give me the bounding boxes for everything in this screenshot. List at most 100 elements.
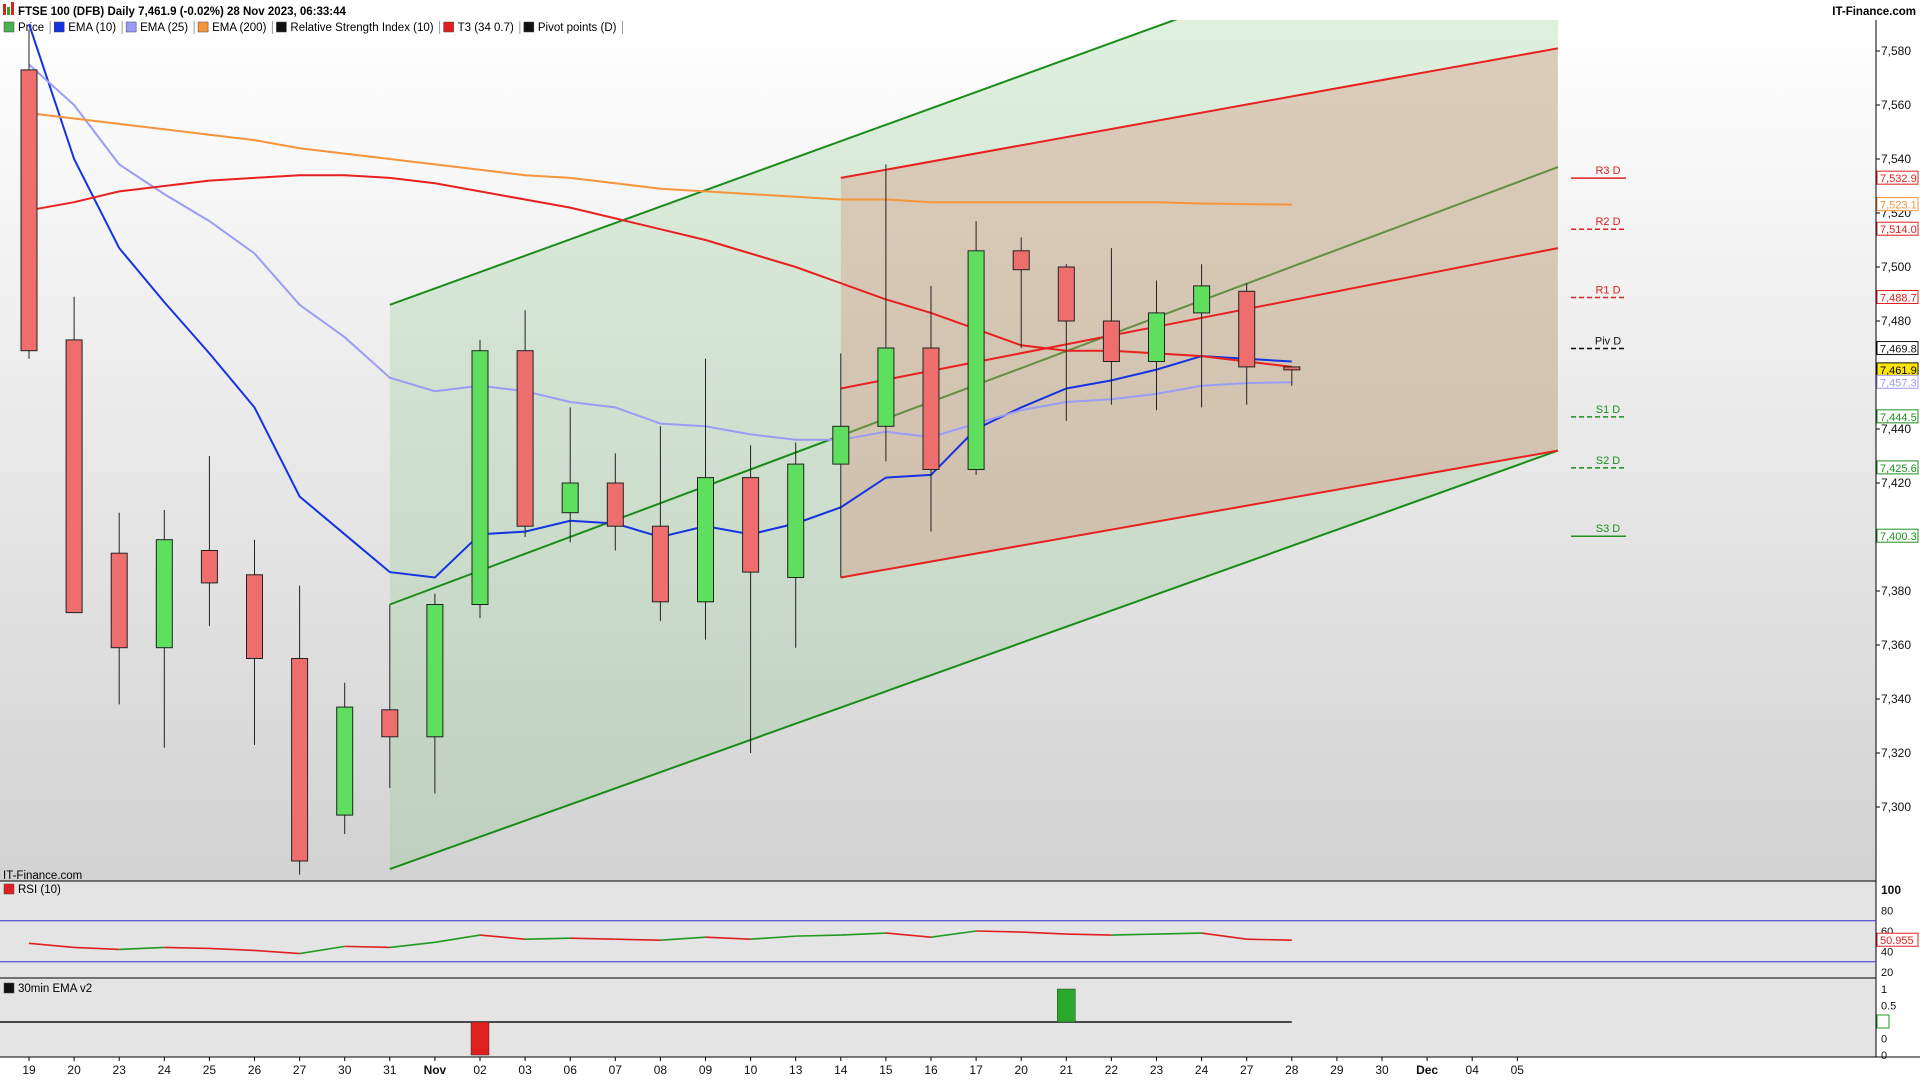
pivot-label: R3 D: [1595, 165, 1620, 177]
rsi-title: RSI (10): [3, 883, 61, 896]
x-tick-label: 31: [383, 1063, 397, 1077]
ema-v2-tick-label: 0: [1881, 1034, 1887, 1046]
pivot-label: S2 D: [1596, 455, 1621, 467]
pivot-label: S1 D: [1596, 404, 1621, 416]
x-tick-label: 28: [1285, 1063, 1299, 1077]
candle: [20, 29, 38, 359]
candle-body-up: [832, 425, 850, 465]
candle-body-down: [246, 574, 263, 659]
price-tag: 7,400.3: [1876, 528, 1919, 543]
ema-v2-title: 30min EMA v2: [3, 982, 92, 995]
price-tag: 7,514.0: [1876, 221, 1919, 236]
candle: [967, 221, 985, 475]
x-tick-label: Dec: [1416, 1063, 1438, 1077]
rsi-title-text: RSI (10): [18, 884, 61, 896]
legend-label: Relative Strength Index (10): [290, 22, 433, 34]
pivot-label: R1 D: [1595, 285, 1620, 297]
price-tag-label: 7,425.6: [1880, 463, 1917, 475]
legend-item: Relative Strength Index (10): [276, 21, 441, 34]
x-tick-label: 29: [1330, 1063, 1344, 1077]
x-tick-label: 27: [293, 1063, 307, 1077]
price-tag: 7,461.9: [1876, 362, 1919, 377]
candle: [471, 339, 489, 618]
candle-body-down: [1102, 320, 1120, 362]
y-tick-label: 7,580: [1881, 44, 1911, 58]
price-tag: 7,523.1: [1876, 197, 1919, 212]
x-tick-label: 14: [834, 1063, 848, 1077]
price-tag-label: 7,488.7: [1880, 293, 1917, 305]
y-tick-label: 7,560: [1881, 98, 1911, 112]
legend-item: EMA (10): [53, 21, 123, 34]
x-tick-label: 07: [609, 1063, 623, 1077]
x-tick-label: 04: [1466, 1063, 1480, 1077]
x-tick-label: 23: [1150, 1063, 1164, 1077]
legend-label: Pivot points (D): [538, 22, 617, 34]
legend-label: T3 (34 0.7): [458, 22, 514, 34]
pivot-label: R2 D: [1595, 216, 1620, 228]
candle-body-up: [787, 463, 805, 579]
price-tag: 7,425.6: [1876, 460, 1919, 475]
x-tick-label: 20: [1015, 1063, 1029, 1077]
x-tick-label: 20: [67, 1063, 81, 1077]
legend-item: EMA (25): [125, 21, 195, 34]
legend-label: EMA (25): [140, 22, 188, 34]
candle-body-down: [200, 550, 218, 584]
candle-body-down: [381, 709, 399, 738]
price-tag-label: 7,457.3: [1880, 377, 1917, 389]
candle-body-up: [877, 347, 895, 427]
x-tick-label: 15: [879, 1063, 893, 1077]
x-tick-label: 22: [1105, 1063, 1119, 1077]
candle-body-down: [742, 477, 760, 573]
brand-name: IT-Finance.com: [1832, 6, 1916, 18]
y-tick-label: 7,480: [1881, 314, 1911, 328]
ema-v2-tick-label: 1: [1881, 984, 1887, 996]
y-tick-label: 7,540: [1881, 152, 1911, 166]
ema-v2-tick-label: 0.5: [1881, 1001, 1896, 1013]
x-tick-label: 02: [473, 1063, 487, 1077]
rsi-segment: [525, 937, 571, 940]
rsi-segment: [164, 946, 210, 950]
legend-item: Price: [3, 21, 51, 34]
x-tick-label: 03: [518, 1063, 532, 1077]
price-tag-label: 7,523.1: [1880, 200, 1917, 212]
watermark: IT-Finance.com: [3, 870, 82, 882]
y-tick-label: 7,360: [1881, 638, 1911, 652]
price-tag-label: 7,469.8: [1880, 344, 1917, 356]
x-tick-label: 06: [564, 1063, 578, 1077]
x-tick-label: 23: [113, 1063, 127, 1077]
candle-body-up: [561, 482, 579, 514]
candle-body-down: [110, 552, 128, 649]
candle-body-down: [291, 658, 309, 862]
candle-body-up: [471, 350, 489, 606]
rsi-segment: [1066, 933, 1112, 936]
ema-v2-title-text: 30min EMA v2: [18, 983, 92, 995]
rsi-last-label: 50.955: [1880, 935, 1914, 947]
x-tick-label: 17: [969, 1063, 983, 1077]
rsi-panel-bg: [0, 881, 1876, 978]
candle-body-down: [1283, 366, 1301, 371]
y-tick-label: 7,380: [1881, 584, 1911, 598]
y-tick-label: 7,440: [1881, 422, 1911, 436]
x-tick-label: 13: [789, 1063, 803, 1077]
candle-body-down: [651, 525, 669, 603]
candle-body-up: [1148, 312, 1165, 362]
candle-body-down: [20, 69, 38, 352]
rsi-segment: [1111, 933, 1157, 936]
chart-title: FTSE 100 (DFB) Daily 7,461.9 (-0.02%) 28…: [18, 6, 347, 18]
price-tag: 7,469.8: [1876, 341, 1919, 356]
price-tag: 7,457.3: [1876, 374, 1919, 389]
price-tag-label: 7,514.0: [1880, 224, 1917, 236]
rsi-tick-label: 40: [1881, 947, 1893, 959]
price-tag-label: 7,400.3: [1880, 531, 1917, 543]
rsi-tick-label: 100: [1881, 883, 1901, 897]
candle-body-down: [922, 347, 940, 470]
rsi-segment: [1156, 932, 1202, 935]
rsi-tick-label: 20: [1881, 967, 1893, 979]
legend-swatch: [125, 21, 137, 33]
x-tick-label: 05: [1511, 1063, 1525, 1077]
x-tick-label: 26: [248, 1063, 262, 1077]
y-tick-label: 7,420: [1881, 476, 1911, 490]
x-tick-label: 16: [924, 1063, 938, 1077]
candle-body-down: [1057, 266, 1075, 322]
ema-v2-tick-label: 0: [1881, 1050, 1887, 1062]
